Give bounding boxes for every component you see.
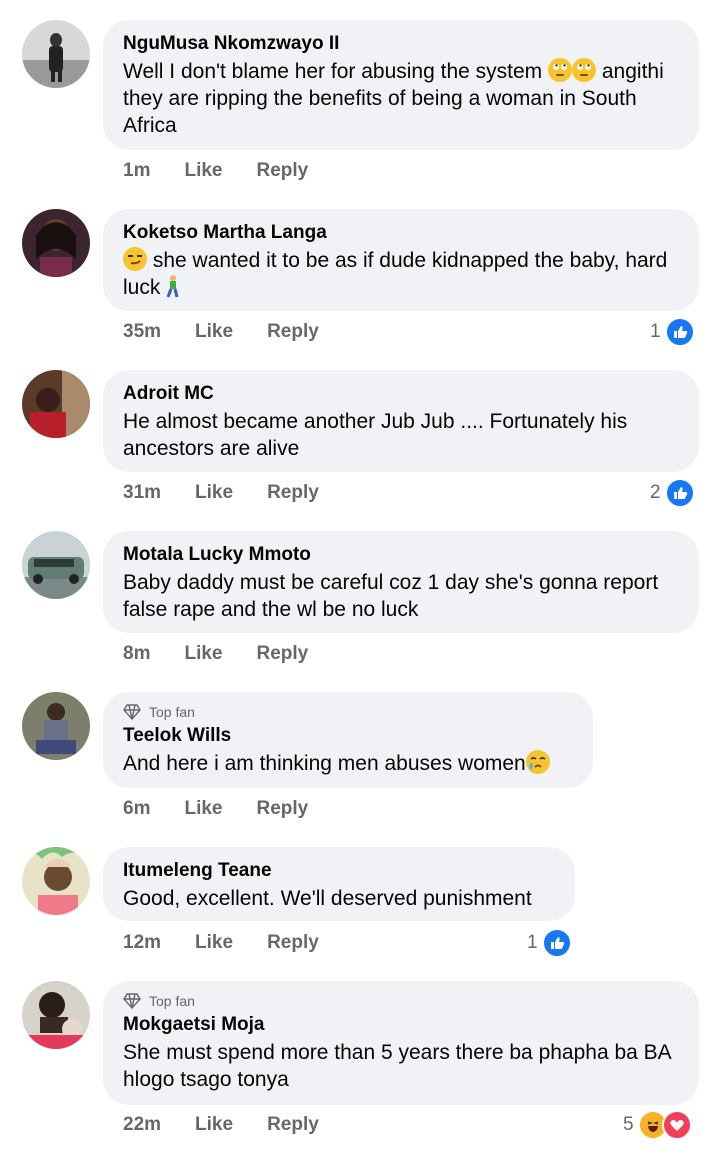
comment-time[interactable]: 1m: [123, 160, 150, 182]
like-button[interactable]: Like: [184, 160, 222, 182]
comment-time[interactable]: 12m: [123, 932, 161, 954]
smirk-emoji: [123, 247, 147, 271]
commenter-name[interactable]: Mokgaetsi Moja: [123, 1013, 677, 1037]
comment-actions: 31m Like Reply: [123, 482, 319, 504]
comment-text: she wanted it to be as if dude kidnapped…: [123, 247, 668, 299]
avatar[interactable]: [22, 531, 90, 599]
rolling-eyes-emoji: [548, 58, 573, 82]
comment-bubble: Adroit MC He almost became another Jub J…: [103, 370, 699, 472]
reaction-count: 1: [527, 932, 538, 953]
comment-actions: 35m Like Reply: [123, 321, 319, 343]
reaction-summary[interactable]: 1: [527, 928, 572, 958]
reaction-summary[interactable]: 2: [650, 478, 695, 508]
comment-time[interactable]: 8m: [123, 643, 150, 665]
diamond-icon: [123, 704, 141, 720]
comment-bubble: Itumeleng Teane Good, excellent. We'll d…: [103, 847, 575, 921]
comment-text: Well I don't blame her for abusing the s…: [123, 58, 664, 137]
reaction-summary[interactable]: 5: [623, 1110, 692, 1140]
reply-button[interactable]: Reply: [267, 932, 319, 954]
commenter-name[interactable]: Teelok Wills: [123, 724, 571, 748]
comment-text: She must spend more than 5 years there b…: [123, 1041, 671, 1091]
avatar[interactable]: [22, 209, 90, 277]
like-button[interactable]: Like: [195, 482, 233, 504]
comment-bubble: Top fan Mokgaetsi Moja She must spend mo…: [103, 981, 699, 1105]
reaction-count: 2: [650, 482, 661, 503]
commenter-name[interactable]: Koketso Martha Langa: [123, 221, 677, 245]
like-button[interactable]: Like: [195, 321, 233, 343]
like-reaction-icon: [541, 928, 572, 958]
comment-time[interactable]: 6m: [123, 798, 150, 820]
comment-text: Baby daddy must be careful coz 1 day she…: [123, 571, 659, 621]
avatar[interactable]: [22, 370, 90, 438]
like-button[interactable]: Like: [184, 643, 222, 665]
commenter-name[interactable]: Motala Lucky Mmoto: [123, 543, 677, 567]
avatar[interactable]: [22, 981, 90, 1049]
commenter-name[interactable]: Adroit MC: [123, 382, 677, 406]
like-reaction-icon: [664, 317, 695, 347]
crying-face-emoji: [525, 750, 550, 774]
comment-time[interactable]: 31m: [123, 482, 161, 504]
avatar[interactable]: [22, 847, 90, 915]
reaction-count: 5: [623, 1114, 634, 1135]
diamond-icon: [123, 993, 141, 1009]
avatar[interactable]: [22, 20, 90, 88]
top-fan-badge: Top fan: [123, 991, 677, 1011]
reply-button[interactable]: Reply: [267, 482, 319, 504]
comment-text: Good, excellent. We'll deserved punishme…: [123, 887, 532, 910]
comment-text: And here i am thinking men abuses women: [123, 750, 571, 777]
love-reaction-icon: [661, 1110, 692, 1140]
comment-bubble: NguMusa Nkomzwayo II Well I don't blame …: [103, 20, 699, 150]
like-button[interactable]: Like: [195, 1114, 233, 1136]
like-reaction-icon: [664, 478, 695, 508]
comment-bubble: Motala Lucky Mmoto Baby daddy must be ca…: [103, 531, 699, 633]
reply-button[interactable]: Reply: [267, 1114, 319, 1136]
comment-actions: 12m Like Reply: [123, 932, 319, 954]
comment-actions: 6m Like Reply: [123, 798, 308, 820]
comment-text: He almost became another Jub Jub .... Fo…: [123, 410, 628, 460]
like-button[interactable]: Like: [184, 798, 222, 820]
commenter-name[interactable]: Itumeleng Teane: [123, 859, 553, 883]
reaction-summary[interactable]: 1: [650, 317, 695, 347]
reply-button[interactable]: Reply: [267, 321, 319, 343]
reply-button[interactable]: Reply: [257, 643, 309, 665]
comment-time[interactable]: 22m: [123, 1114, 161, 1136]
comment-actions: 1m Like Reply: [123, 160, 308, 182]
comment-actions: 22m Like Reply: [123, 1114, 319, 1136]
reply-button[interactable]: Reply: [257, 160, 309, 182]
commenter-name[interactable]: NguMusa Nkomzwayo II: [123, 32, 677, 56]
comment-actions: 8m Like Reply: [123, 643, 308, 665]
rolling-eyes-emoji: [572, 58, 597, 82]
comment-time[interactable]: 35m: [123, 321, 161, 343]
comment-bubble: Koketso Martha Langa she wanted it to be…: [103, 209, 699, 311]
walking-person-emoji: [160, 274, 184, 298]
comment-bubble: Top fan Teelok Wills And here i am think…: [103, 692, 593, 788]
like-button[interactable]: Like: [195, 932, 233, 954]
reply-button[interactable]: Reply: [257, 798, 309, 820]
avatar[interactable]: [22, 692, 90, 760]
reaction-count: 1: [650, 321, 661, 342]
top-fan-badge: Top fan: [123, 702, 571, 722]
